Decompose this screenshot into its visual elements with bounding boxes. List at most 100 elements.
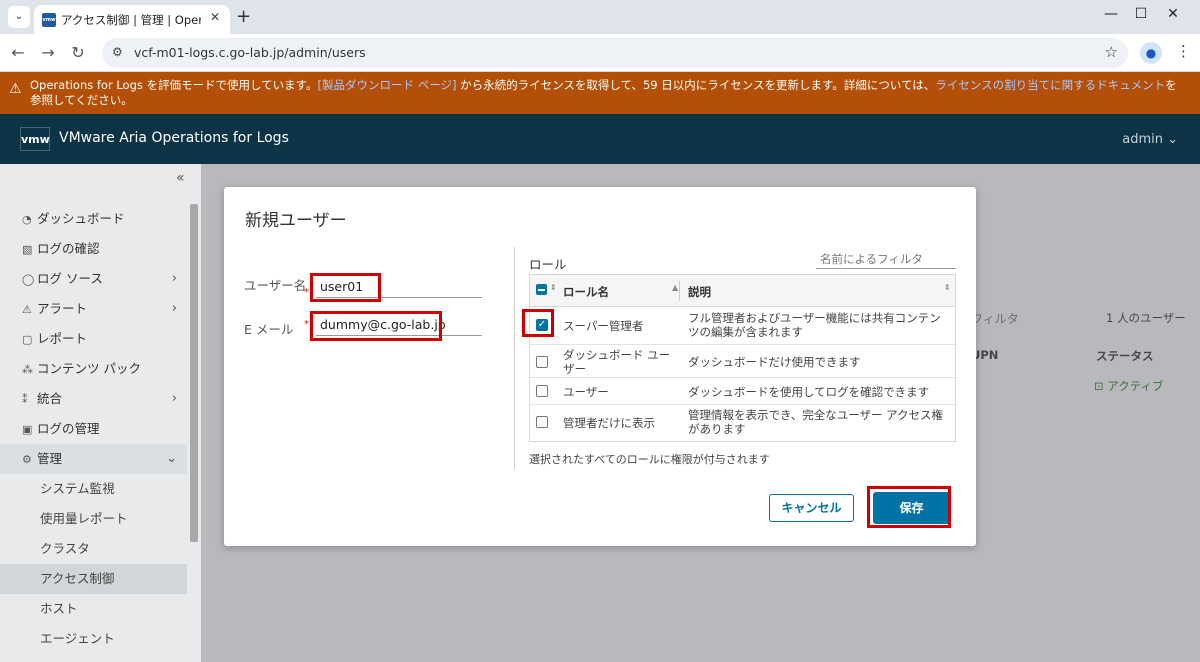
roles-table: ⇕ ロール名 ▲ 説明 ⇕ ✓ スーパー管理者 フル管理者およびユーザー機能には… [529, 274, 956, 442]
chevron-down-icon: ⌄ [166, 451, 177, 466]
sidebar-item-dashboard[interactable]: ◔ ダッシュボード [0, 204, 187, 234]
chevron-down-icon: ⌄ [1162, 132, 1178, 147]
url-text: vcf-m01-logs.c.go-lab.jp/admin/users [134, 45, 366, 60]
source-icon: ◯ [22, 273, 35, 286]
highlight-box-username [310, 273, 381, 302]
sidebar-item-explore-logs[interactable]: ▧ ログの確認 [0, 234, 187, 264]
sidebar-subitem-hosts[interactable]: ホスト [0, 594, 187, 624]
tab-close-icon[interactable]: ✕ [210, 10, 220, 24]
sidebar-item-label: コンテンツ パック [37, 361, 141, 376]
banner-text-1: Operations for Logs を評価モードで使用しています。 [30, 78, 318, 92]
maximize-icon[interactable]: ☐ [1126, 6, 1156, 22]
role-description: ダッシュボードだけ使用できます [688, 355, 861, 369]
download-page-link[interactable]: [製品ダウンロード ページ] [318, 78, 457, 92]
alert-icon: ⚠ [22, 303, 32, 316]
sidebar-item-management[interactable]: ⚙ 管理 ⌄ [0, 444, 187, 474]
sort-icon[interactable]: ⇕ [944, 283, 951, 292]
sidebar-item-label: 管理 [37, 451, 63, 466]
browser-menu-icon[interactable]: ⋮ [1176, 42, 1191, 60]
sidebar-item-log-sources[interactable]: ◯ ログ ソース › [0, 264, 187, 294]
sidebar-item-content-packs[interactable]: ⁂ コンテンツ パック [0, 354, 187, 384]
profile-avatar-icon[interactable]: ● [1140, 42, 1162, 64]
roles-table-header: ⇕ ロール名 ▲ 説明 ⇕ [530, 275, 955, 307]
sidebar-item-label: レポート [37, 331, 88, 346]
cancel-button[interactable]: キャンセル [769, 494, 854, 522]
required-marker: * [304, 287, 309, 298]
table-row[interactable]: ユーザー ダッシュボードを使用してログを確認できます [530, 378, 955, 405]
roles-note: 選択されたすべてのロールに権限が付与されます [529, 453, 770, 466]
sidebar-item-log-management[interactable]: ▣ ログの管理 [0, 414, 187, 444]
reload-icon[interactable]: ↻ [68, 43, 88, 62]
user-menu[interactable]: admin ⌄ [1122, 132, 1178, 147]
sidebar-subitem-system-monitor[interactable]: システム監視 [0, 474, 187, 504]
integration-icon: ⁑ [22, 393, 28, 406]
browser-tab[interactable]: vmw アクセス制御 | 管理 | Operations ✕ [34, 5, 230, 34]
required-marker: * [304, 319, 309, 330]
window-close-icon[interactable]: ✕ [1158, 6, 1188, 22]
roles-label: ロール [529, 257, 567, 272]
license-doc-link[interactable]: ライセンスの割り当てに関するドキュメント [935, 78, 1165, 92]
role-name: 管理者だけに表示 [563, 416, 655, 430]
chevron-right-icon: › [171, 271, 177, 286]
log-management-icon: ▣ [22, 423, 33, 436]
forward-icon[interactable]: → [38, 43, 58, 62]
dashboard-icon: ◔ [22, 213, 32, 226]
bookmark-star-icon[interactable]: ☆ [1105, 43, 1118, 61]
table-row[interactable]: ダッシュボード ユーザー ダッシュボードだけ使用できます [530, 345, 955, 378]
tab-title: アクセス制御 | 管理 | Operations [61, 13, 201, 27]
sidebar-subitem-cluster[interactable]: クラスタ [0, 534, 187, 564]
sidebar-subitem-agents[interactable]: エージェント [0, 624, 187, 654]
site-info-icon[interactable]: ⚙ [112, 45, 123, 59]
content-pack-icon: ⁂ [22, 363, 33, 376]
column-header-role-name[interactable]: ロール名 [563, 284, 609, 300]
address-bar: ← → ↻ ⚙ vcf-m01-logs.c.go-lab.jp/admin/u… [0, 34, 1200, 72]
role-name: ユーザー [563, 385, 609, 399]
highlight-box-save [867, 486, 951, 528]
select-all-checkbox[interactable] [536, 284, 547, 295]
banner-text-2: から永続的ライセンスを取得して、59 日以内にライセンスを更新します。詳細につい… [456, 78, 936, 92]
role-checkbox[interactable] [536, 416, 548, 428]
tab-search-icon[interactable]: ⌄ [8, 6, 30, 28]
sidebar-item-label: アラート [37, 301, 88, 316]
minimize-icon[interactable]: — [1096, 6, 1126, 22]
role-checkbox[interactable] [536, 385, 548, 397]
chevron-right-icon: › [171, 391, 177, 406]
role-description: ダッシュボードを使用してログを確認できます [688, 385, 930, 399]
highlight-box-checkbox [522, 309, 554, 337]
scrollbar-thumb[interactable] [190, 204, 198, 542]
role-filter-input[interactable]: 名前によるフィルタ [816, 247, 956, 269]
sidebar-item-label: ログ ソース [37, 271, 103, 286]
role-name: ダッシュボード ユーザー [563, 348, 671, 376]
vmw-favicon-icon: vmw [42, 13, 56, 27]
sidebar-item-reports[interactable]: ▢ レポート [0, 324, 187, 354]
browser-tab-bar: ⌄ vmw アクセス制御 | 管理 | Operations ✕ + — ☐ ✕ [0, 0, 1200, 34]
sidebar-scrollbar[interactable] [188, 204, 200, 662]
table-row[interactable]: 管理者だけに表示 管理情報を表示でき、完全なユーザー アクセス権があります [530, 405, 955, 441]
dialog-title: 新規ユーザー [245, 211, 347, 231]
role-description: フル管理者およびユーザー機能には共有コンテンツの編集が含まれます [688, 311, 941, 339]
warning-icon: ⚠ [9, 81, 22, 97]
sidebar-item-label: 統合 [37, 391, 63, 406]
sidebar-subitem-access-control[interactable]: アクセス制御 [0, 564, 187, 594]
table-row[interactable]: ✓ スーパー管理者 フル管理者およびユーザー機能には共有コンテンツの編集が含まれ… [530, 307, 955, 345]
nav-list: ◔ ダッシュボード ▧ ログの確認 ◯ ログ ソース › ⚠ アラート › ▢ レポート ⁂ コ… [0, 204, 187, 654]
app-title: VMware Aria Operations for Logs [59, 130, 289, 146]
gear-icon: ⚙ [22, 453, 32, 466]
sort-asc-icon[interactable]: ▲ [672, 283, 678, 292]
sort-icon[interactable]: ⇕ [550, 283, 557, 292]
role-name: スーパー管理者 [563, 319, 644, 333]
role-checkbox[interactable] [536, 356, 548, 368]
report-icon: ▢ [22, 333, 33, 346]
new-tab-icon[interactable]: + [236, 6, 251, 27]
collapse-sidebar-icon[interactable]: « [176, 170, 185, 186]
chevron-right-icon: › [171, 301, 177, 316]
back-icon[interactable]: ← [8, 43, 28, 62]
log-icon: ▧ [22, 243, 33, 256]
url-input[interactable]: ⚙ vcf-m01-logs.c.go-lab.jp/admin/users ☆ [102, 38, 1128, 68]
sidebar-subitem-usage-report[interactable]: 使用量レポート [0, 504, 187, 534]
username-label: ユーザー名 [244, 278, 307, 293]
sidebar-item-integration[interactable]: ⁑ 統合 › [0, 384, 187, 414]
sidebar-item-alerts[interactable]: ⚠ アラート › [0, 294, 187, 324]
email-label: E メール [244, 322, 294, 337]
column-header-description[interactable]: 説明 [688, 284, 711, 300]
